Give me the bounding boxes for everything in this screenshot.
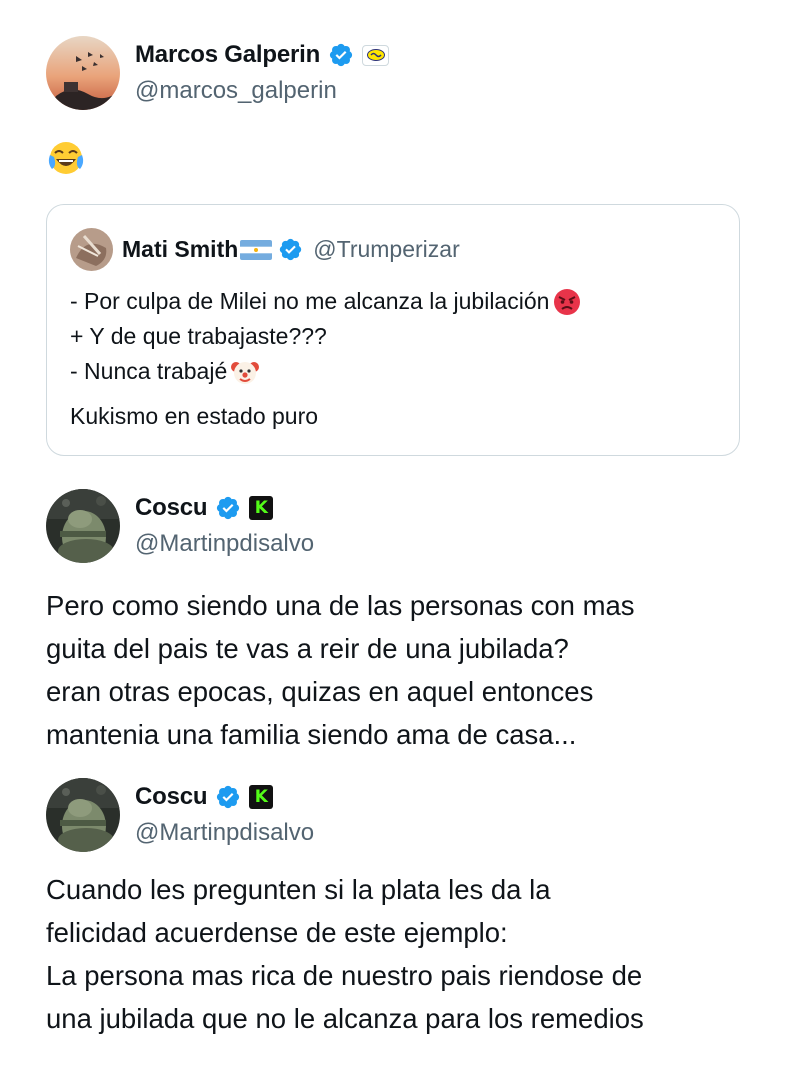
argentina-flag-icon	[240, 239, 273, 260]
author-name[interactable]: Marcos Galperin	[135, 41, 320, 69]
quoted-line: - Por culpa de Milei no me alcanza la ju…	[70, 288, 550, 314]
avatar	[70, 228, 113, 271]
author-name[interactable]: Coscu	[135, 783, 208, 811]
reply-body: Cuando les pregunten si la plata les da …	[46, 868, 644, 1040]
verified-badge-icon	[278, 237, 303, 262]
reply-line: Pero como siendo una de las personas con…	[46, 590, 635, 621]
kick-icon[interactable]: K	[249, 785, 274, 809]
kick-icon[interactable]: K	[249, 496, 274, 520]
quoted-tweet-card[interactable]: Mati Smith @Trumperizar - Por culpa de M…	[46, 204, 740, 456]
reply-author-header: Coscu K @Martinpdisalvo	[46, 778, 314, 852]
author-name[interactable]: Coscu	[135, 494, 208, 522]
laughing-crying-emoji-icon	[48, 142, 84, 174]
verified-badge-icon	[328, 42, 354, 68]
reply-line: Cuando les pregunten si la plata les da …	[46, 874, 551, 905]
reply-author-header: Coscu K @Martinpdisalvo	[46, 489, 314, 563]
avatar[interactable]	[46, 489, 120, 563]
affiliation-badge-icon[interactable]	[362, 44, 390, 66]
avatar[interactable]	[46, 36, 120, 110]
verified-badge-icon	[215, 495, 241, 521]
verified-badge-icon	[215, 784, 241, 810]
angry-face-emoji-icon	[554, 288, 581, 315]
quoted-author-name: Mati Smith	[122, 236, 239, 262]
author-handle[interactable]: @Martinpdisalvo	[135, 530, 314, 558]
quoted-tweet-footer: Kukismo en estado puro	[70, 403, 319, 429]
reply-line: guita del pais te vas a reir de una jubi…	[46, 633, 569, 664]
author-handle[interactable]: @Martinpdisalvo	[135, 819, 314, 847]
reply-line: mantenia una familia siendo ama de casa.…	[46, 719, 577, 750]
reply-line: eran otras epocas, quizas en aquel enton…	[46, 676, 594, 707]
quoted-author-handle: @Trumperizar	[313, 236, 460, 262]
avatar[interactable]	[46, 778, 120, 852]
quoted-line: - Nunca trabajé	[70, 358, 228, 384]
quoted-line: + Y de que trabajaste???	[70, 323, 327, 349]
quoted-tweet-text: - Por culpa de Milei no me alcanza la ju…	[70, 284, 582, 389]
reply-line: La persona mas rica de nuestro pais rien…	[46, 960, 643, 991]
reply-line: una jubilada que no le alcanza para los …	[46, 1003, 644, 1034]
reply-line: felicidad acuerdense de este ejemplo:	[46, 917, 508, 948]
author-handle[interactable]: @marcos_galperin	[135, 77, 389, 105]
clown-face-emoji-icon	[231, 361, 260, 384]
reply-body: Pero como siendo una de las personas con…	[46, 584, 635, 756]
tweet-author-header: Marcos Galperin @marcos_galperin	[46, 36, 390, 110]
tweet-body	[46, 137, 86, 182]
